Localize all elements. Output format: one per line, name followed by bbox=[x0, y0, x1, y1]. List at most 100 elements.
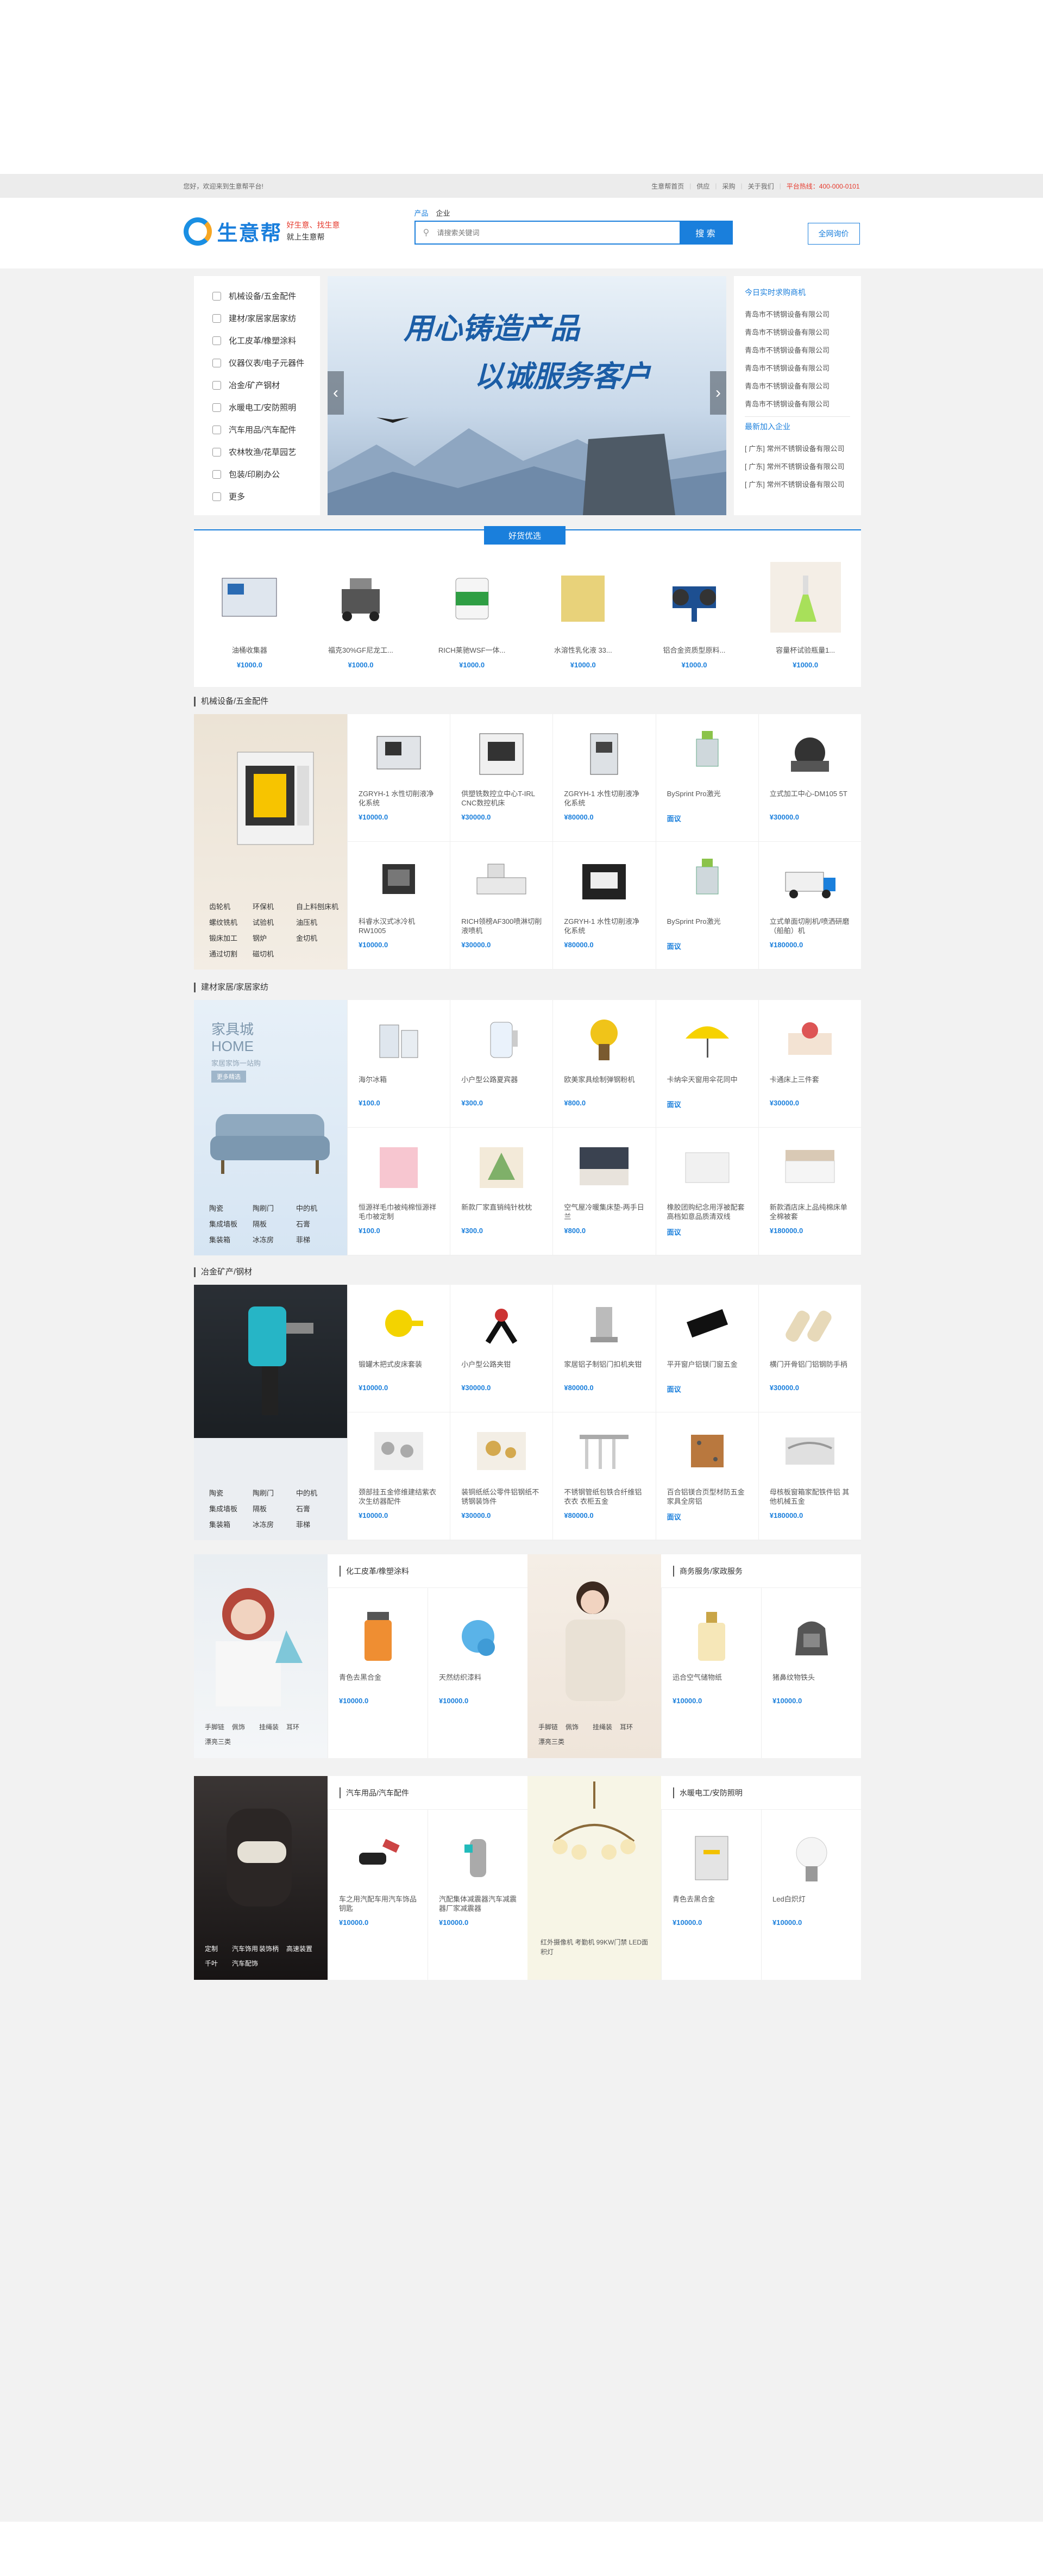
category-link[interactable]: 中的机 bbox=[296, 1487, 345, 1498]
buy-lead-item[interactable]: 青岛市不锈钢设备有限公司 bbox=[745, 305, 850, 323]
main-banner[interactable]: 用心铸造产品 以诚服务客户 ‹ › bbox=[328, 276, 726, 515]
category-link[interactable]: 陶瓷 bbox=[209, 1203, 253, 1213]
category-link[interactable]: 集装箱 bbox=[209, 1519, 253, 1529]
company-item[interactable]: [ 广东] 常州不锈钢设备有限公司 bbox=[745, 476, 850, 493]
category-link[interactable]: 汽车饰用 bbox=[232, 1944, 259, 1953]
category-link[interactable]: 磁切机 bbox=[253, 948, 296, 959]
product-cell[interactable]: RICH领榜AF300喷淋切削液喷机 ¥30000.0 bbox=[450, 842, 553, 970]
category-link[interactable]: 挂绳装 bbox=[259, 1722, 286, 1731]
category-link[interactable]: 装饰柄 bbox=[259, 1944, 286, 1953]
category-link[interactable]: 螺纹铣机 bbox=[209, 917, 253, 927]
product-cell[interactable]: 青色去黑合金 ¥10000.0 bbox=[328, 1588, 428, 1758]
product-cell[interactable]: 新款酒店床上品纯棉床单全棉被套 ¥180000.0 bbox=[758, 1128, 861, 1255]
search-button[interactable]: 搜 索 bbox=[679, 222, 732, 243]
goods-item[interactable]: 水溶性乳化液 33... ¥1000.0 bbox=[542, 562, 624, 669]
product-cell[interactable]: 小户型公路夏宾器 ¥300.0 bbox=[450, 1000, 553, 1128]
chemical-banner[interactable]: 手脚链 佩饰 挂绳装 耳环漂亮三类 bbox=[194, 1554, 328, 1758]
category-link[interactable]: 漂亮三类 bbox=[538, 1737, 566, 1746]
product-cell[interactable]: 卡通床上三件套 ¥30000.0 bbox=[758, 1000, 861, 1128]
product-cell[interactable]: 锻罐木把式皮床套装 ¥10000.0 bbox=[347, 1285, 450, 1412]
banner-prev-icon[interactable]: ‹ bbox=[328, 371, 344, 415]
product-cell[interactable]: ZGRYH-1 水性切削液净化系统 ¥80000.0 bbox=[552, 714, 656, 842]
goods-item[interactable]: RICH莱驰WSF一体... ¥1000.0 bbox=[431, 562, 513, 669]
category-link[interactable]: 试验机 bbox=[253, 917, 296, 927]
banner-button[interactable]: 更多精选 bbox=[211, 1071, 246, 1083]
category-link[interactable]: 石膏 bbox=[296, 1218, 345, 1229]
floor3-banner[interactable]: 陶瓷 陶刷门 中的机 集成墙板 隔板 石膏 集装箱 冰冻房 菲梯 bbox=[194, 1285, 347, 1540]
category-link[interactable]: 自上料刨床机 bbox=[296, 901, 345, 911]
product-cell[interactable]: ZGRYH-1 水性切削液净化系统 ¥10000.0 bbox=[347, 714, 450, 842]
link-supply[interactable]: 供应 bbox=[696, 182, 709, 191]
category-link[interactable]: 佩饰 bbox=[232, 1722, 259, 1731]
category-link[interactable]: 金切机 bbox=[296, 933, 345, 943]
business-banner[interactable]: 手脚链 佩饰 挂绳装 耳环 漂亮三类 bbox=[527, 1554, 661, 1758]
buy-lead-item[interactable]: 青岛市不锈钢设备有限公司 bbox=[745, 377, 850, 395]
product-cell[interactable]: BySprint Pro激光 面议 bbox=[655, 714, 758, 842]
nav-item-chemical[interactable]: 化工皮革/橡塑涂料 bbox=[194, 329, 320, 352]
goods-item[interactable]: 铝合金资质型原料... ¥1000.0 bbox=[654, 562, 735, 669]
category-link[interactable]: 冰冻房 bbox=[253, 1519, 296, 1529]
tab-company[interactable]: 企业 bbox=[436, 208, 450, 218]
product-cell[interactable]: 家居铝子制铝门扣机夹钳 ¥80000.0 bbox=[552, 1285, 656, 1412]
category-link[interactable]: 齿轮机 bbox=[209, 901, 253, 911]
category-link[interactable]: 冰冻房 bbox=[253, 1234, 296, 1245]
logo[interactable]: 生意帮 bbox=[183, 216, 282, 246]
nav-item-packaging[interactable]: 包装/印刷办公 bbox=[194, 463, 320, 485]
category-link[interactable]: 耳环 bbox=[286, 1722, 313, 1731]
floor2-banner[interactable]: 家具城 HOME 家居家饰一站购 更多精选 陶瓷 陶刷门 中的机 集成墙板 隔板 石膏 … bbox=[194, 1000, 347, 1255]
nav-item-agri[interactable]: 农林牧渔/花草园艺 bbox=[194, 441, 320, 463]
product-cell[interactable]: 青色去黑合金 ¥10000.0 bbox=[661, 1810, 761, 1980]
product-cell[interactable]: 颈部挂五金修维建结紫衣次生纺器配件 ¥10000.0 bbox=[347, 1412, 450, 1540]
nav-item-machinery[interactable]: 机械设备/五金配件 bbox=[194, 285, 320, 307]
category-link[interactable]: 高速装置 bbox=[286, 1944, 313, 1953]
category-link[interactable]: 菲梯 bbox=[296, 1234, 345, 1245]
product-cell[interactable]: 海尔冰箱 ¥100.0 bbox=[347, 1000, 450, 1128]
category-link[interactable]: 中的机 bbox=[296, 1203, 345, 1213]
category-link[interactable]: 手脚链 bbox=[205, 1722, 232, 1731]
product-cell[interactable]: 供塑铣数控立中心T-IRL CNC数控机床 ¥30000.0 bbox=[450, 714, 553, 842]
nav-item-instrument[interactable]: 仪器仪表/电子元器件 bbox=[194, 352, 320, 374]
tab-product[interactable]: 产品 bbox=[414, 208, 429, 218]
category-link[interactable]: 石膏 bbox=[296, 1503, 345, 1514]
category-link[interactable]: 手脚链 bbox=[538, 1722, 566, 1731]
product-cell[interactable]: 汽配集体减震器汽车减震器厂家减震器 ¥10000.0 bbox=[428, 1810, 527, 1980]
nav-item-more[interactable]: 更多 bbox=[194, 485, 320, 508]
product-cell[interactable]: 小户型公路夹钳 ¥30000.0 bbox=[450, 1285, 553, 1412]
product-cell[interactable]: 立式加工中心-DM105 5T ¥30000.0 bbox=[758, 714, 861, 842]
auto-banner[interactable]: 定制 汽车饰用 装饰柄 高速装置千叶 汽车配饰 bbox=[194, 1776, 328, 1980]
banner-next-icon[interactable]: › bbox=[710, 371, 726, 415]
category-link[interactable]: 通过切割 bbox=[209, 948, 253, 959]
link-purchase[interactable]: 采购 bbox=[722, 182, 735, 191]
category-link[interactable]: 集成墙板 bbox=[209, 1218, 253, 1229]
link-about[interactable]: 关于我们 bbox=[748, 182, 774, 191]
category-link[interactable]: 漂亮三类 bbox=[205, 1737, 232, 1746]
category-link[interactable]: 陶刷门 bbox=[253, 1487, 296, 1498]
electrical-banner[interactable]: 红外摄像机 考勤机 99KW门禁 LED面积灯 bbox=[527, 1776, 661, 1980]
category-link[interactable]: 陶瓷 bbox=[209, 1487, 253, 1498]
product-cell[interactable]: 新款厂家直销纯针枕枕 ¥300.0 bbox=[450, 1128, 553, 1255]
category-link[interactable]: 佩饰 bbox=[566, 1722, 593, 1731]
category-link[interactable]: 集成墙板 bbox=[209, 1503, 253, 1514]
product-cell[interactable]: 百合铝镁合页型材防五金家具全房铝 面议 bbox=[655, 1412, 758, 1540]
search-input[interactable] bbox=[437, 222, 680, 243]
nav-item-metallurgy[interactable]: 冶金/矿产钢材 bbox=[194, 374, 320, 396]
link-home[interactable]: 生意帮首页 bbox=[651, 182, 684, 191]
category-link[interactable]: 油压机 bbox=[296, 917, 345, 927]
buy-lead-item[interactable]: 青岛市不锈钢设备有限公司 bbox=[745, 323, 850, 341]
product-cell[interactable]: 恒源祥毛巾被纯棉恒源祥毛巾被定制 ¥100.0 bbox=[347, 1128, 450, 1255]
product-cell[interactable]: 天然纺织漆料 ¥10000.0 bbox=[428, 1588, 527, 1758]
product-cell[interactable]: 空气屋冷暖集床垫-两手日兰 ¥800.0 bbox=[552, 1128, 656, 1255]
category-link[interactable]: 汽车配饰 bbox=[232, 1959, 259, 1968]
product-cell[interactable]: 横门开骨铝门铝钢防手柄 ¥30000.0 bbox=[758, 1285, 861, 1412]
quote-button[interactable]: 全网询价 bbox=[807, 223, 860, 245]
category-link[interactable]: 定制 bbox=[205, 1944, 232, 1953]
product-cell[interactable]: 装铜纸纸公零件铝钢纸不锈钢装饰件 ¥30000.0 bbox=[450, 1412, 553, 1540]
product-cell[interactable]: 平开窗户铝镁门窗五金 面议 bbox=[655, 1285, 758, 1412]
category-link[interactable]: 千叶 bbox=[205, 1959, 232, 1968]
buy-lead-item[interactable]: 青岛市不锈钢设备有限公司 bbox=[745, 359, 850, 377]
product-cell[interactable]: 立式单面切削机/喷洒研磨（船舶）机 ¥180000.0 bbox=[758, 842, 861, 970]
category-link[interactable]: 集装箱 bbox=[209, 1234, 253, 1245]
floor1-banner[interactable]: 齿轮机 环保机 自上料刨床机 螺纹铣机 试验机 油压机 锻床加工 钢炉 金切机 通过切割 磁切… bbox=[194, 714, 347, 970]
category-link[interactable]: 钢炉 bbox=[253, 933, 296, 943]
category-link[interactable]: 隔板 bbox=[253, 1218, 296, 1229]
